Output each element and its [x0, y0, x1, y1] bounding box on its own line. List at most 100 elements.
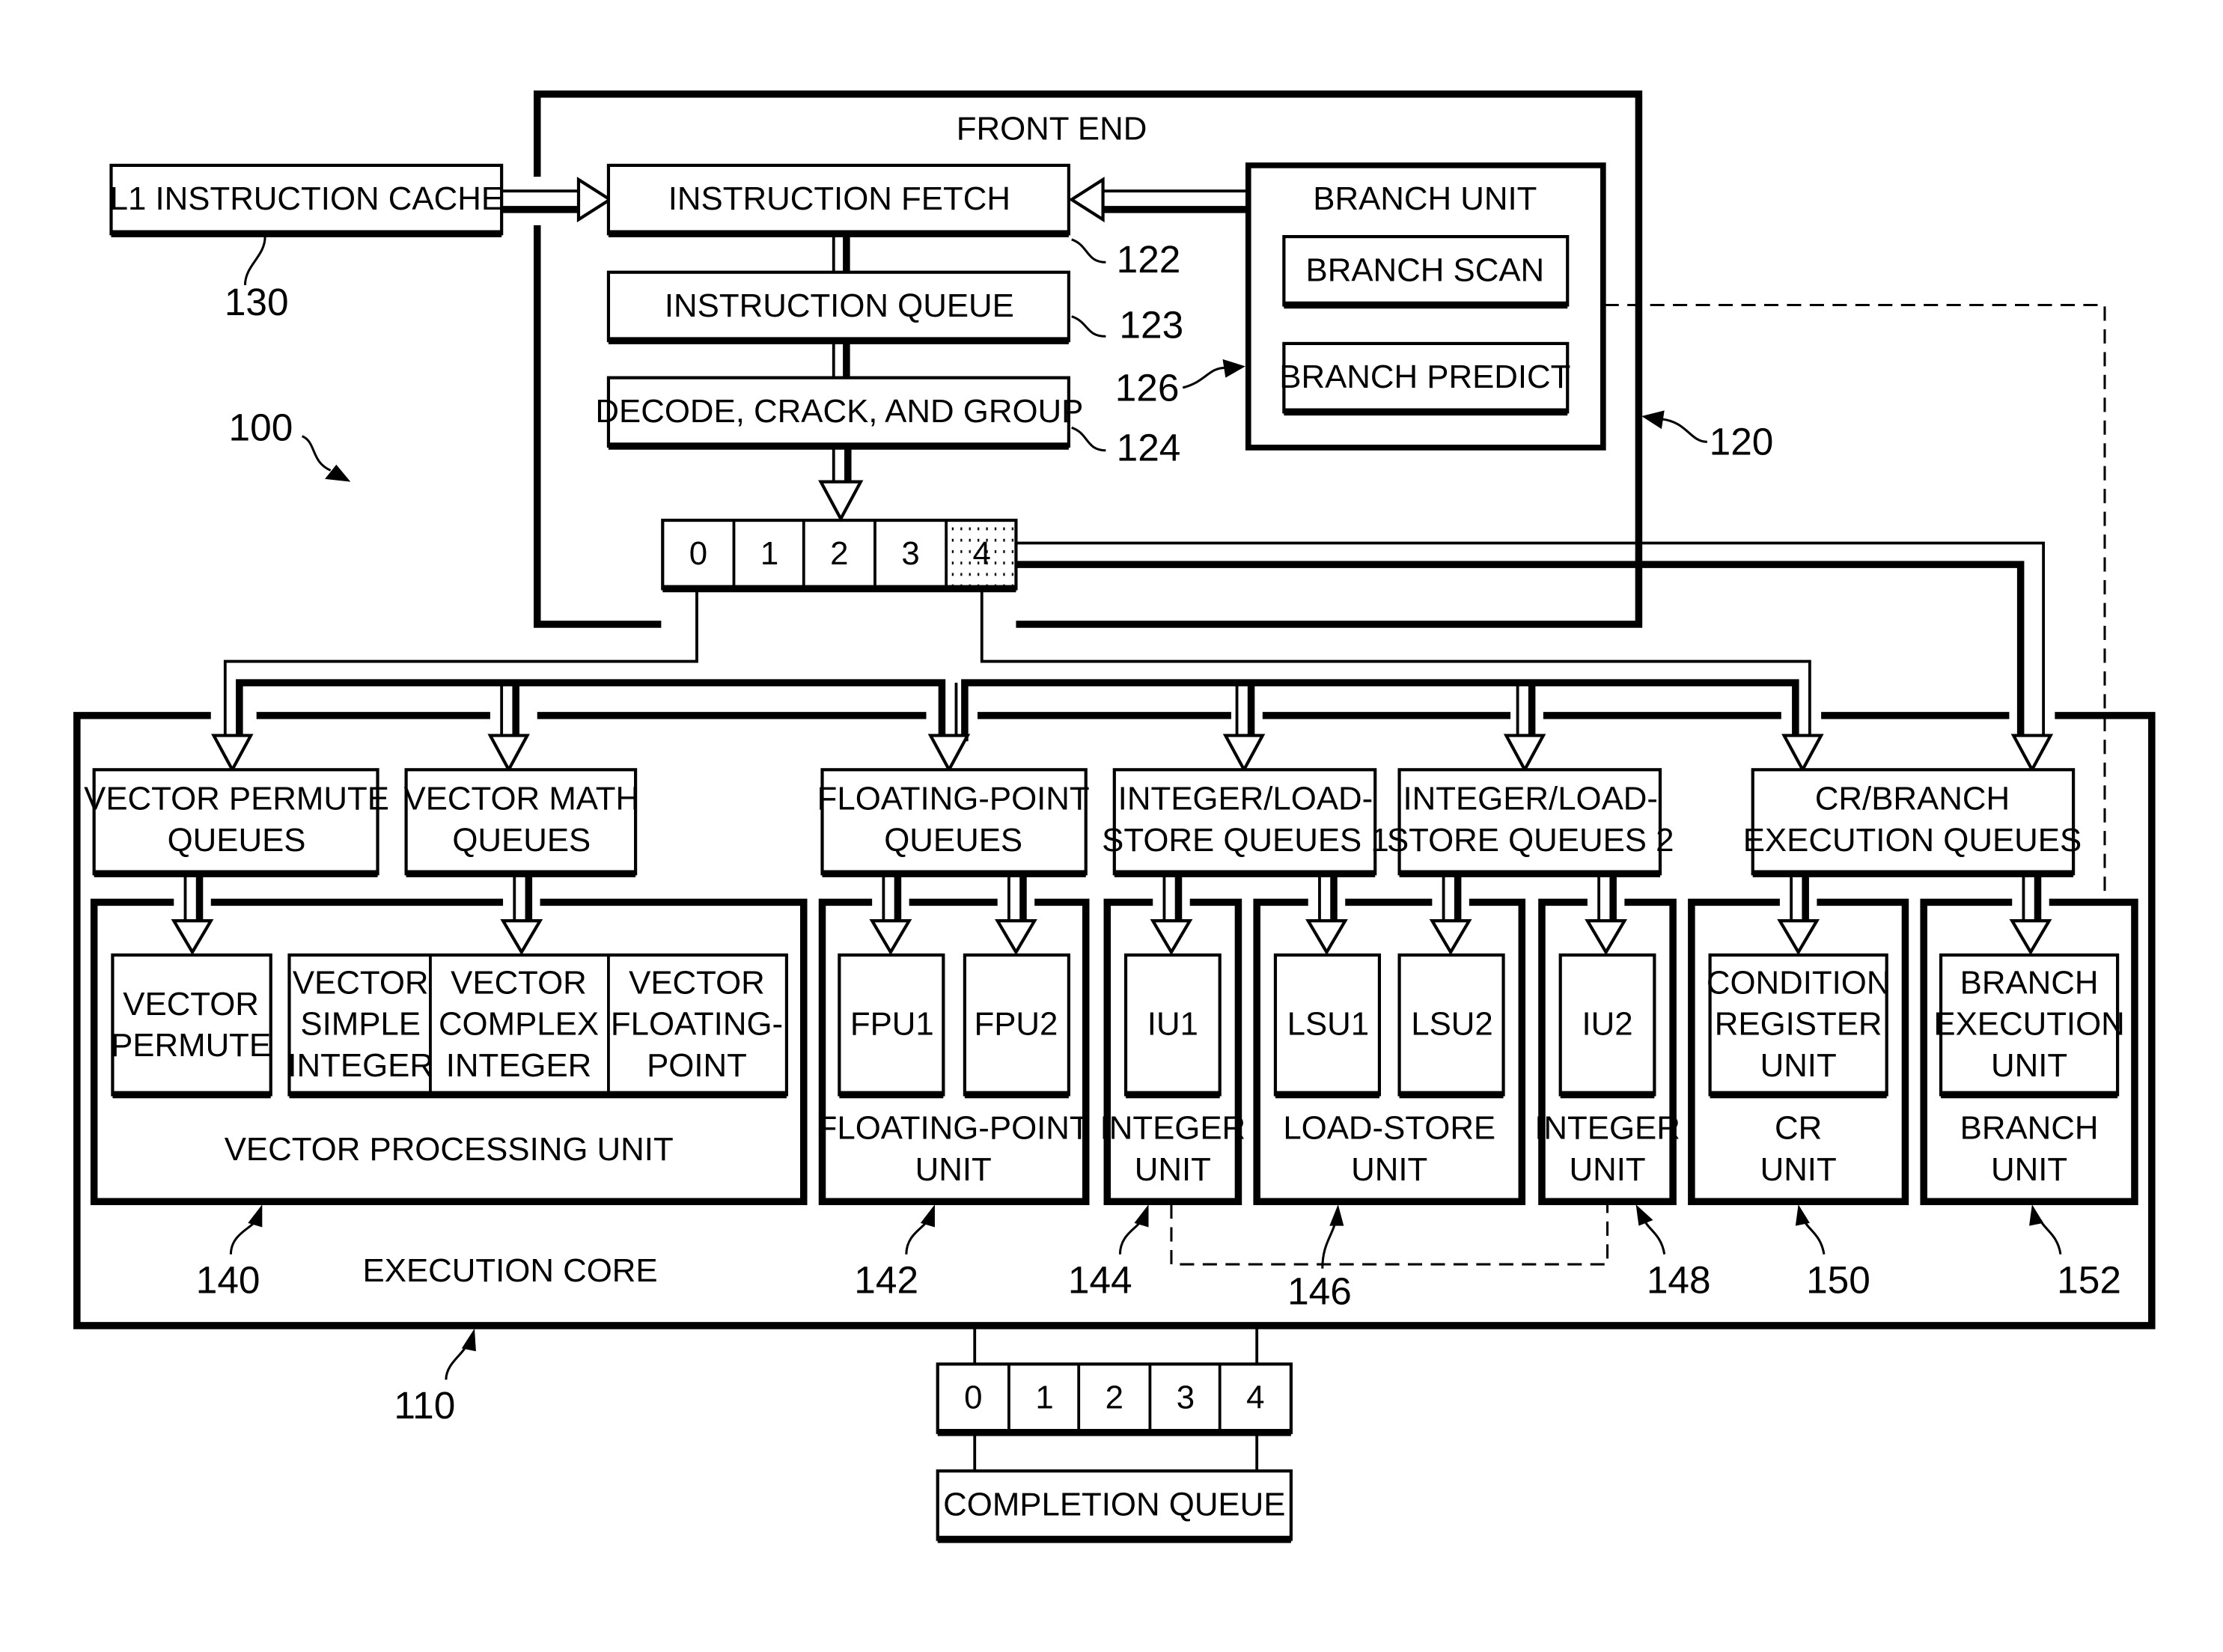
vpu-simple-line1: VECTOR [293, 964, 429, 1001]
ref-130-leader [243, 237, 266, 285]
ref-126-leader [1182, 366, 1226, 389]
vpu-fp-line3: POINT [647, 1047, 747, 1084]
completion-slot-0: 0 [964, 1380, 982, 1416]
cr-inner-line3: UNIT [1760, 1047, 1837, 1084]
q-cr-line1: CR/BRANCH [1815, 781, 2010, 817]
processor-block-diagram: FRONT END L1 INSTRUCTION CACHE 130 INSTR… [73, 90, 2156, 1543]
q-cr-line2: EXECUTION QUEUES [1743, 822, 2082, 859]
vpu-permute-line1: VECTOR [123, 986, 259, 1022]
vpu-complex-line1: VECTOR [451, 964, 587, 1001]
dispatch-slot-4: 4 [973, 535, 991, 572]
lsu2-label: LSU2 [1411, 1006, 1493, 1043]
l1-instruction-cache: L1 INSTRUCTION CACHE [109, 163, 504, 238]
int1-label-line1: INTEGER [1100, 1110, 1246, 1147]
fpu1-label: FPU1 [850, 1006, 934, 1043]
branch-inner-line1: BRANCH [1960, 964, 2099, 1001]
dispatch-slot-2: 2 [830, 535, 848, 572]
ref-124: 124 [1117, 425, 1181, 469]
branch-predict-label: BRANCH PREDICT [1279, 359, 1570, 395]
front-end-label: FRONT END [957, 111, 1147, 147]
ref-144: 144 [1068, 1258, 1132, 1301]
l1-cache-label: L1 INSTRUCTION CACHE [110, 180, 503, 217]
completion-queue-label: COMPLETION QUEUE [943, 1486, 1285, 1523]
instruction-queue-label: INSTRUCTION QUEUE [665, 287, 1014, 324]
vpu-complex-line2: COMPLEX [439, 1006, 599, 1043]
int2-label-line1: INTEGER [1534, 1110, 1680, 1147]
ref-140: 140 [196, 1258, 260, 1301]
branch-inner-line3: UNIT [1991, 1047, 2067, 1084]
ref-100-arrowhead [325, 464, 351, 482]
lsu1-label: LSU1 [1287, 1006, 1370, 1043]
fpu-label-line1: FLOATING-POINT [817, 1110, 1090, 1147]
q-ils1-line1: INTEGER/LOAD- [1118, 781, 1373, 817]
execution-core-label: EXECUTION CORE [363, 1252, 658, 1289]
decode-label: DECODE, CRACK, AND GROUP [595, 393, 1083, 430]
ref-100-leader [301, 435, 332, 472]
q-vm-line2: QUEUES [452, 822, 591, 859]
ref-122: 122 [1117, 237, 1181, 281]
ref-123: 123 [1119, 303, 1183, 347]
ref-146: 146 [1287, 1270, 1352, 1313]
branch-label-line2: UNIT [1991, 1151, 2067, 1188]
dispatch-routing [211, 541, 2054, 773]
completion-group: 0 1 2 3 4 COMPLETION QUEUE [936, 1325, 1293, 1543]
vpu-simple-line2: SIMPLE [300, 1006, 421, 1043]
cr-inner-line2: REGISTER [1715, 1006, 1882, 1043]
vpu-fp-line2: FLOATING- [611, 1006, 783, 1043]
cache-to-fetch-arrow [501, 177, 613, 223]
ref-126: 126 [1115, 365, 1180, 409]
vector-permute-queues: VECTOR PERMUTE QUEUES [84, 768, 389, 878]
vector-math-queues: VECTOR MATH QUEUES [404, 768, 640, 878]
completion-slot-4: 4 [1246, 1380, 1264, 1416]
cr-label-line2: UNIT [1760, 1151, 1837, 1188]
fpu2-label: FPU2 [974, 1006, 1058, 1043]
completion-slot-1: 1 [1035, 1380, 1053, 1416]
integer-units-dashed-link [1170, 1204, 1609, 1266]
dispatch-slot-3: 3 [901, 535, 919, 572]
ref-120: 120 [1710, 420, 1774, 463]
cr-inner-line1: CONDITION [1707, 964, 1891, 1001]
completion-slot-3: 3 [1177, 1380, 1195, 1416]
queue-to-unit-arrows [171, 875, 2052, 956]
ref-120-leader [1661, 418, 1707, 443]
ref-152: 152 [2057, 1258, 2121, 1301]
completion-slot-2: 2 [1106, 1380, 1123, 1416]
branch-label-line1: BRANCH [1960, 1110, 2099, 1147]
branch-inner-line2: EXECUTION [1933, 1006, 2124, 1043]
int2-label-line2: UNIT [1569, 1151, 1645, 1188]
ref-124-leader [1071, 426, 1106, 452]
ref-130: 130 [225, 280, 289, 323]
branch-scan-label: BRANCH SCAN [1306, 252, 1545, 288]
dispatch-slot-1: 1 [760, 535, 778, 572]
floating-point-queues: FLOATING-POINT QUEUES [817, 768, 1090, 878]
branch-unit-frontend: BRANCH UNIT BRANCH SCAN BRANCH PREDICT [1245, 162, 1606, 451]
ref-100: 100 [229, 406, 293, 449]
integer-load-store-queues-2: INTEGER/LOAD- STORE QUEUES 2 [1387, 768, 1674, 878]
load-store-unit: LSU1 LSU2 LOAD-STORE UNIT [1253, 898, 1526, 1206]
decode-crack-group: DECODE, CRACK, AND GROUP [595, 376, 1083, 450]
ref-126-arrowhead [1222, 359, 1245, 378]
fpu-label-line2: UNIT [915, 1151, 992, 1188]
cr-branch-execution-queues: CR/BRANCH EXECUTION QUEUES [1743, 768, 2082, 878]
floating-point-unit: FPU1 FPU2 FLOATING-POINT UNIT [817, 898, 1090, 1206]
vpu-fp-line1: VECTOR [629, 964, 765, 1001]
ref-122-leader [1071, 238, 1106, 263]
q-ils1-line2: STORE QUEUES 1 [1102, 822, 1389, 859]
ref-110: 110 [394, 1383, 455, 1427]
ref-148: 148 [1647, 1258, 1711, 1301]
q-fp-line1: FLOATING-POINT [817, 781, 1090, 817]
iu2-label: IU2 [1582, 1006, 1632, 1043]
q-ils2-line2: STORE QUEUES 2 [1387, 822, 1674, 859]
dispatch-group: 0 1 2 3 4 [661, 518, 1018, 593]
instruction-fetch-label: INSTRUCTION FETCH [668, 180, 1010, 217]
vpu-label: VECTOR PROCESSING UNIT [225, 1131, 674, 1168]
ref-142: 142 [854, 1258, 918, 1301]
q-ils2-line1: INTEGER/LOAD- [1403, 781, 1658, 817]
vpu-permute-line2: PERMUTE [111, 1027, 271, 1064]
ref-123-leader [1071, 315, 1106, 338]
q-vm-line1: VECTOR MATH [404, 781, 640, 817]
q-vp-line2: QUEUES [168, 822, 306, 859]
ref-120-arrowhead [1641, 410, 1665, 430]
q-vp-line1: VECTOR PERMUTE [84, 781, 389, 817]
instruction-queue: INSTRUCTION QUEUE [606, 270, 1070, 344]
